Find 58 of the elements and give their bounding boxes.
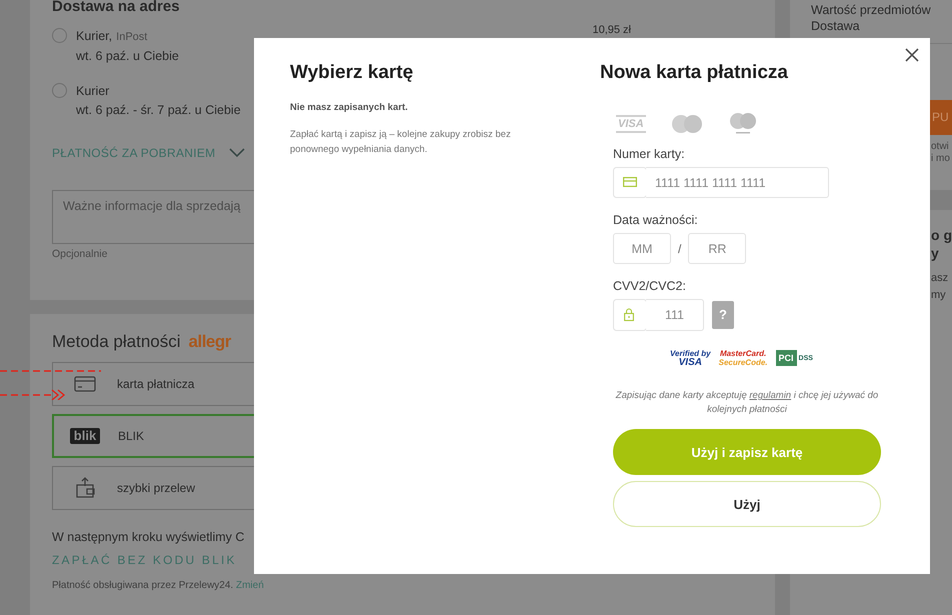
use-button[interactable]: Użyj (613, 481, 881, 527)
dialog-heading: Nowa karta płatnicza (600, 61, 789, 85)
year-field[interactable]: RR (688, 233, 746, 264)
securecode-logo: MasterCard. SecureCode. (718, 349, 768, 367)
description-text: Zapłać kartą i zapisz ją – kolejne zakupy zrobisz bez ponownego wypełniania danych. (290, 128, 512, 157)
lock-icon (613, 299, 646, 331)
card-icon (613, 167, 646, 198)
payment-method-option[interactable]: blik BLIK (52, 414, 254, 458)
delivery-date: wt. 6 paź. - śr. 7 paź. u Ciebie (76, 102, 241, 119)
courier-name: Kurier (76, 84, 110, 98)
provider-text: Płatność obsługiwana przez Przelewy24. Zmień (52, 580, 264, 591)
close-icon (905, 48, 919, 62)
promo-title: o g (931, 226, 952, 244)
delivery-date: wt. 6 paź. u Ciebie (76, 48, 179, 65)
carrier-name: InPost (116, 31, 148, 43)
change-link[interactable]: Zmień (236, 580, 264, 591)
month-field[interactable]: MM (613, 233, 671, 264)
consent-text: Zapisując dane karty akceptuję regulamin i chcę jej używać do kolejnych płatności (614, 389, 880, 417)
section-title: Metoda płatności (52, 332, 181, 352)
field-label: Numer karty: (613, 146, 686, 162)
blik-logo: blik (70, 428, 100, 444)
verified-by-visa-logo: Verified by VISA (670, 349, 711, 367)
help-button[interactable]: ? (712, 301, 734, 329)
buy-button[interactable]: PU (930, 100, 952, 135)
promo-title: y (931, 244, 939, 262)
section-title: Dostawa na adres (52, 0, 180, 14)
radio-button[interactable] (52, 83, 67, 98)
visa-logo: VISA (616, 115, 646, 133)
promo-text: asz (931, 271, 948, 286)
brand-logo: allegr (188, 332, 231, 352)
radio-button[interactable] (52, 28, 67, 43)
maestro-logo (728, 112, 758, 136)
hint-text: Opcjonalnie (52, 248, 108, 260)
field-label: Data ważności: (613, 212, 699, 228)
wallet-upload-icon (74, 477, 96, 499)
summary-label: Dostawa (811, 18, 860, 34)
promo-text: my (931, 288, 946, 303)
mastercard-logo (670, 114, 704, 134)
info-text: W następnym kroku wyświetlimy C (52, 530, 244, 544)
payment-method-option[interactable]: szybki przelew (52, 466, 254, 510)
field-label: CVV2/CVC2: (613, 278, 687, 294)
pay-without-code-link[interactable]: ZAPŁAĆ BEZ KODU BLIK (52, 553, 237, 567)
card-icon (74, 376, 96, 392)
terms-link[interactable]: regulamin (749, 390, 792, 401)
empty-message: Nie masz zapisanych kart. (290, 102, 408, 113)
courier-name: Kurier, (76, 29, 112, 43)
payment-method-option[interactable]: karta płatnicza (52, 362, 254, 406)
use-and-save-button[interactable]: Użyj i zapisz kartę (613, 429, 881, 475)
price: 10,95 zł (592, 25, 631, 36)
note-text: otwi (931, 141, 949, 153)
cash-on-delivery-link[interactable]: PŁATNOŚĆ ZA POBRANIEM (52, 146, 216, 160)
separator: / (678, 242, 682, 256)
note-text: i mo (931, 153, 950, 165)
chevron-down-icon (229, 148, 246, 158)
summary-label: Wartość przedmiotów (811, 2, 931, 18)
dialog-heading: Wybierz kartę (290, 61, 414, 85)
cvv-field[interactable]: 111 (646, 299, 704, 331)
note-field[interactable]: Ważne informacje dla sprzedają (52, 190, 254, 244)
